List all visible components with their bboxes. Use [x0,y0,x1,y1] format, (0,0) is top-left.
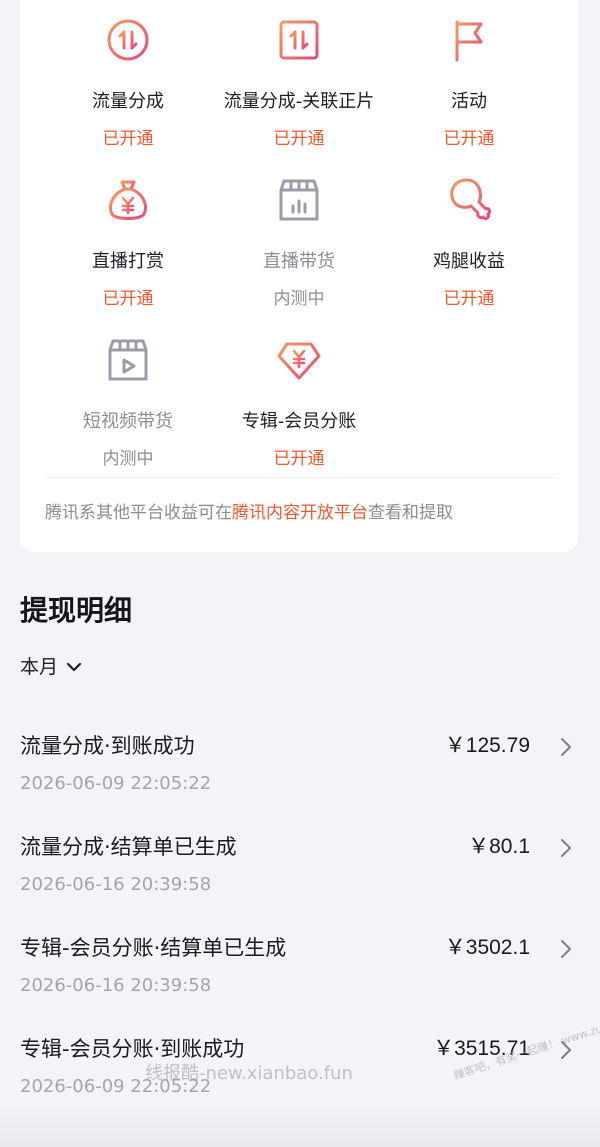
feature-status: 已开通 [273,129,325,149]
record-time: 2026-06-16 20:39:58 [20,874,212,895]
record-time: 2026-06-09 22:05:22 [20,1076,212,1097]
withdraw-record[interactable]: 流量分成·结算单已生成 2026-06-16 20:39:58 ￥80.1 [0,832,600,932]
store-chart-icon [275,176,323,224]
note-prefix: 腾讯系其他平台收益可在 [45,503,232,523]
withdraw-record[interactable]: 专辑-会员分账·结算单已生成 2026-06-16 20:39:58 ￥3502… [0,933,600,1033]
platform-note: 腾讯系其他平台收益可在腾讯内容开放平台查看和提取 [45,501,453,525]
section-title: 提现明细 [20,594,133,627]
transfer-square-icon [275,16,323,64]
feature-name: 专辑-会员分账 [241,411,357,432]
record-time: 2026-06-09 22:05:22 [20,773,212,794]
feature-status: 已开通 [102,289,154,309]
note-suffix: 查看和提取 [368,503,453,523]
record-amount: ￥80.1 [468,835,530,858]
money-bag-icon [104,176,152,224]
feature-status: 已开通 [443,129,495,149]
feature-status: 内测中 [102,449,154,469]
withdraw-record[interactable]: 流量分成·到账成功 2026-06-09 22:05:22 ￥125.79 [0,731,600,831]
record-time: 2026-06-16 20:39:58 [20,975,212,996]
chevron-right-icon [561,1041,571,1059]
open-platform-link[interactable]: 腾讯内容开放平台 [232,503,368,523]
flag-icon [445,16,493,64]
feature-status: 内测中 [273,289,325,309]
transfer-circle-icon [104,16,152,64]
record-amount: ￥125.79 [444,734,530,757]
feature-name: 流量分成-关联正片 [223,91,375,112]
feature-name: 直播打赏 [92,251,164,272]
record-amount: ￥3502.1 [444,936,530,959]
feature-name: 活动 [451,91,487,112]
record-title: 流量分成·到账成功 [20,734,195,758]
month-filter[interactable]: 本月 [20,654,82,680]
divider [45,477,556,478]
diamond-yen-icon [275,336,323,384]
chevron-right-icon [561,839,571,857]
drumstick-icon [445,176,493,224]
month-filter-label: 本月 [20,656,59,678]
feature-name: 鸡腿收益 [433,251,505,272]
feature-name: 流量分成 [92,91,164,112]
bottom-shade [0,1100,600,1147]
record-title: 专辑-会员分账·结算单已生成 [20,936,287,960]
record-title: 专辑-会员分账·到账成功 [20,1037,245,1061]
feature-status: 已开通 [102,129,154,149]
income-features-card: 流量分成 已开通 流量分成-关联正片 已开通 活动 已开通 直播打赏 已开通 直… [20,0,578,552]
store-play-icon [104,336,152,384]
record-title: 流量分成·结算单已生成 [20,835,237,859]
chevron-down-icon [66,662,82,672]
feature-status: 已开通 [443,289,495,309]
feature-status: 已开通 [273,449,325,469]
record-amount: ￥3515.71 [433,1037,530,1060]
chevron-right-icon [561,940,571,958]
chevron-right-icon [561,738,571,756]
feature-name: 短视频带货 [83,411,173,432]
feature-name: 直播带货 [263,251,335,272]
